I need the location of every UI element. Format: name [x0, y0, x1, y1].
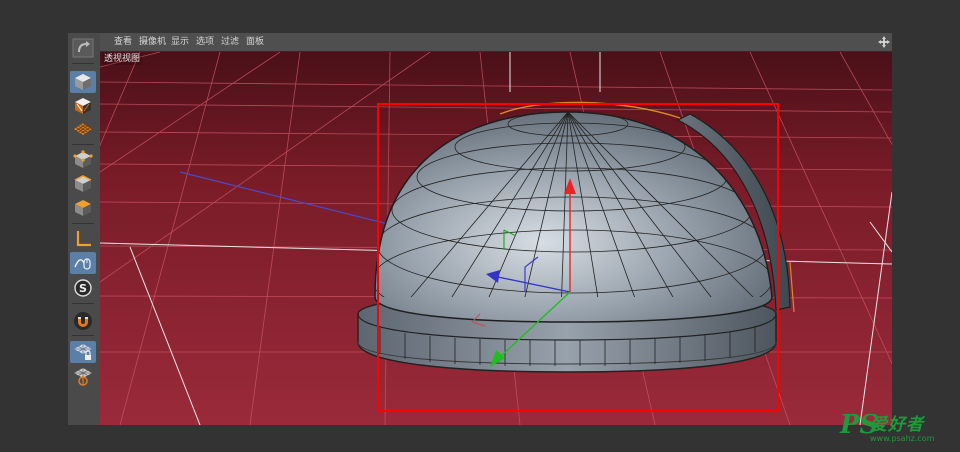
axis-mode-button[interactable] — [70, 228, 96, 250]
solo-mode-icon: S — [74, 279, 92, 297]
polygons-mode-icon — [75, 200, 91, 216]
menu-panel[interactable]: 面板 — [246, 35, 264, 49]
menu-options[interactable]: 选项 — [196, 35, 214, 49]
points-mode-button[interactable] — [70, 149, 96, 171]
menu-filter[interactable]: 过滤 — [221, 35, 239, 49]
model-mode-button[interactable] — [70, 71, 96, 93]
model-mode-icon — [75, 74, 91, 90]
toolbar-separator — [72, 335, 94, 336]
undo-view-icon — [72, 38, 94, 58]
watermark-url: www.psahz.com — [870, 434, 935, 443]
viewport-menu-bar: 查看 摄像机 显示 选项 过滤 面板 — [100, 33, 892, 52]
menu-display[interactable]: 显示 — [171, 35, 189, 49]
cinema4d-editor-window: S 查看 摄像机 显示 选项 过滤 面板 透视视图 — [68, 33, 892, 425]
toolbar-separator — [72, 223, 94, 224]
edges-mode-icon — [74, 175, 92, 192]
workplane-lock-icon — [74, 344, 92, 360]
texture-mode-button[interactable] — [70, 119, 96, 141]
undo-view-button[interactable] — [70, 37, 96, 59]
watermark-site-name: 爱好者 — [870, 415, 924, 435]
toolbar-separator — [72, 303, 94, 304]
planar-workplane-icon — [74, 368, 92, 386]
toolbar-separator — [72, 63, 94, 64]
left-toolbar: S — [68, 33, 101, 425]
workplane-lock-button[interactable] — [70, 341, 96, 363]
snap-button[interactable] — [70, 310, 96, 332]
menu-cameras[interactable]: 摄像机 — [139, 35, 166, 49]
svg-text:S: S — [79, 282, 87, 295]
toolbar-separator — [72, 144, 94, 145]
points-mode-icon — [73, 150, 93, 168]
perspective-viewport[interactable]: 透视视图 — [100, 52, 892, 425]
edges-mode-button[interactable] — [70, 173, 96, 195]
viewport-move-icon[interactable] — [878, 36, 890, 48]
texture-mode-icon — [74, 122, 93, 135]
snap-icon — [74, 312, 92, 330]
solo-mode-button[interactable]: S — [70, 277, 96, 299]
viewport-scene — [100, 52, 892, 425]
watermark: PS 爱好者 www.psahz.com — [840, 412, 952, 446]
object-mode-button[interactable] — [70, 95, 96, 117]
tweak-mode-button[interactable] — [70, 252, 96, 274]
viewport-title: 透视视图 — [102, 53, 143, 65]
polygons-mode-button[interactable] — [70, 197, 96, 219]
axis-mode-icon — [76, 231, 91, 247]
tweak-mode-icon — [74, 258, 91, 270]
object-mode-icon — [75, 98, 91, 114]
menu-view[interactable]: 查看 — [114, 35, 132, 49]
planar-workplane-button[interactable] — [70, 365, 96, 387]
